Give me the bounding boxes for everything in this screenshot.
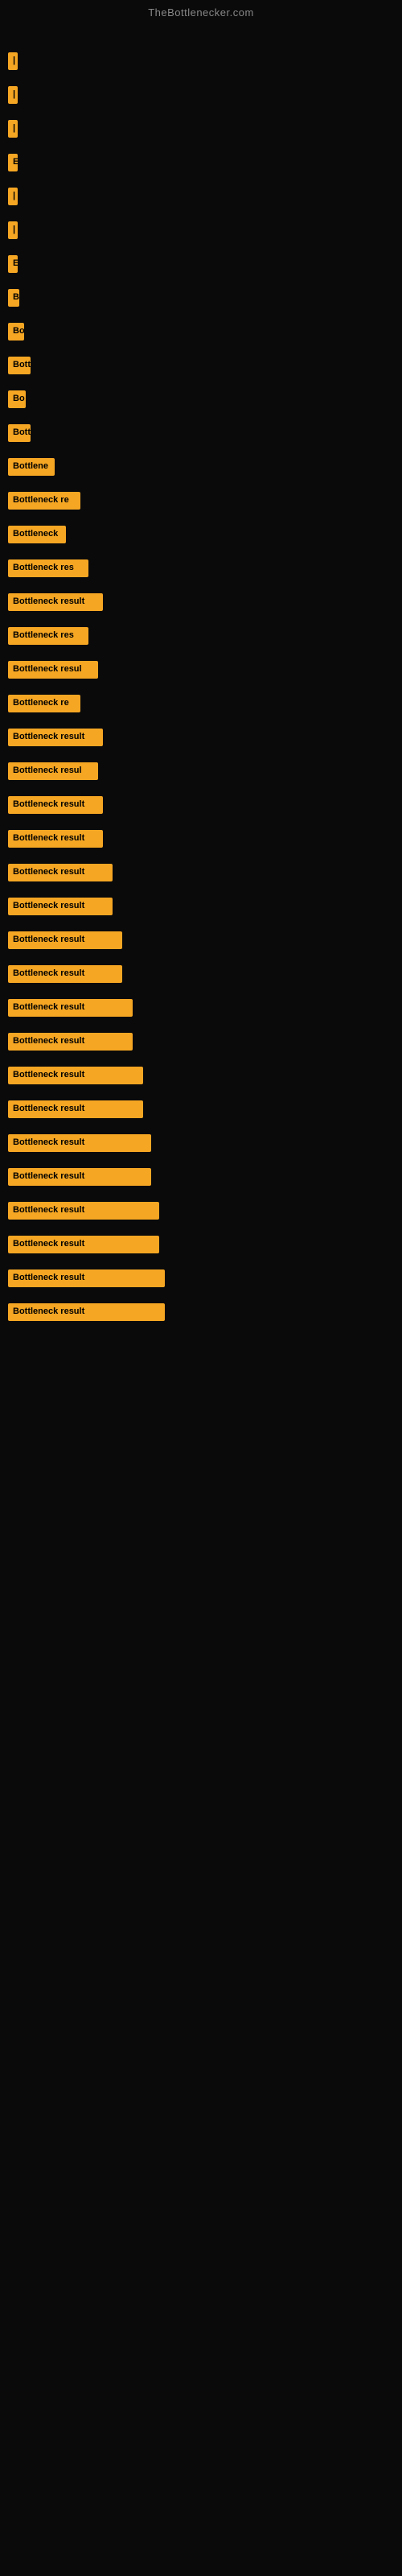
bar-label: Bottleneck result: [8, 1168, 151, 1185]
bar-row: Bottlene: [8, 452, 394, 482]
bar-label: Bottleneck result: [8, 796, 103, 813]
bar-label: Bottleneck resul: [8, 661, 98, 678]
bar-label: Bottleneck res: [8, 559, 88, 576]
bar-row: |: [8, 114, 394, 144]
bar-row: Bottleneck result: [8, 1297, 394, 1327]
bar-row: Bottleneck result: [8, 959, 394, 989]
bar-row: |: [8, 181, 394, 212]
bar-label: Bottleneck re: [8, 492, 80, 509]
bar-label: |: [8, 188, 18, 204]
bar-row: Bottleneck result: [8, 1195, 394, 1226]
bar-label: Bottlene: [8, 458, 55, 475]
bar-row: B: [8, 283, 394, 313]
bar-label: Bottleneck result: [8, 999, 133, 1016]
bar-label: Bo: [8, 390, 26, 407]
bar-label: Bottleneck result: [8, 729, 103, 745]
bar-label: Bottleneck result: [8, 1236, 159, 1253]
bar-label: |: [8, 86, 18, 103]
bar-row: Bottleneck result: [8, 1094, 394, 1125]
bar-row: Bottleneck result: [8, 1128, 394, 1158]
bar-row: Bottleneck: [8, 519, 394, 550]
bar-label: Bottleneck result: [8, 1067, 143, 1084]
bar-label: Bottleneck result: [8, 931, 122, 948]
bar-row: Bottleneck re: [8, 485, 394, 516]
bar-label: E: [8, 154, 18, 171]
bar-row: E: [8, 249, 394, 279]
bar-label: Bott: [8, 357, 31, 374]
bar-label: Bottleneck result: [8, 1202, 159, 1219]
bar-row: Bottleneck result: [8, 1060, 394, 1091]
bar-label: Bottleneck result: [8, 1269, 165, 1286]
bar-label: |: [8, 52, 18, 69]
bar-label: Bottleneck result: [8, 965, 122, 982]
bar-row: Bottleneck resul: [8, 756, 394, 786]
bar-row: Bott: [8, 418, 394, 448]
bar-label: E: [8, 255, 18, 272]
bar-label: Bottleneck result: [8, 898, 113, 914]
bar-row: Bottleneck result: [8, 587, 394, 617]
bar-label: |: [8, 221, 18, 238]
bar-label: Bottleneck res: [8, 627, 88, 644]
bar-row: Bo: [8, 384, 394, 415]
bar-row: Bottleneck result: [8, 1229, 394, 1260]
bar-row: |: [8, 80, 394, 110]
bar-row: Bottleneck resul: [8, 654, 394, 685]
bar-row: Bottleneck result: [8, 1263, 394, 1294]
bar-label: |: [8, 120, 18, 137]
bar-row: Bottleneck result: [8, 925, 394, 956]
bar-row: |: [8, 215, 394, 246]
bar-row: Bottleneck result: [8, 891, 394, 922]
bar-label: Bottleneck result: [8, 1033, 133, 1050]
bars-container: |||E||EBBoBottBoBottBottleneBottleneck r…: [0, 22, 402, 1339]
bar-label: Bottleneck: [8, 526, 66, 543]
bar-row: Bott: [8, 350, 394, 381]
bar-label: Bott: [8, 424, 31, 441]
bar-row: Bottleneck res: [8, 553, 394, 584]
bar-label: Bottleneck result: [8, 1303, 165, 1320]
bar-label: Bottleneck result: [8, 864, 113, 881]
bar-row: Bottleneck re: [8, 688, 394, 719]
bar-row: Bottleneck result: [8, 993, 394, 1023]
bar-label: Bottleneck result: [8, 1100, 143, 1117]
bar-label: Bottleneck result: [8, 593, 103, 610]
bar-label: Bottleneck result: [8, 1134, 151, 1151]
bar-row: Bo: [8, 316, 394, 347]
bar-row: Bottleneck result: [8, 722, 394, 753]
bar-row: Bottleneck res: [8, 621, 394, 651]
bar-label: Bo: [8, 323, 24, 340]
bar-row: Bottleneck result: [8, 1026, 394, 1057]
bar-label: Bottleneck resul: [8, 762, 98, 779]
bar-row: Bottleneck result: [8, 790, 394, 820]
bar-label: Bottleneck result: [8, 830, 103, 847]
bar-label: B: [8, 289, 19, 306]
bar-row: Bottleneck result: [8, 1162, 394, 1192]
bar-row: Bottleneck result: [8, 857, 394, 888]
bar-row: |: [8, 46, 394, 76]
site-title: TheBottlenecker.com: [0, 0, 402, 22]
bar-label: Bottleneck re: [8, 695, 80, 712]
bar-row: Bottleneck result: [8, 824, 394, 854]
bar-row: E: [8, 147, 394, 178]
